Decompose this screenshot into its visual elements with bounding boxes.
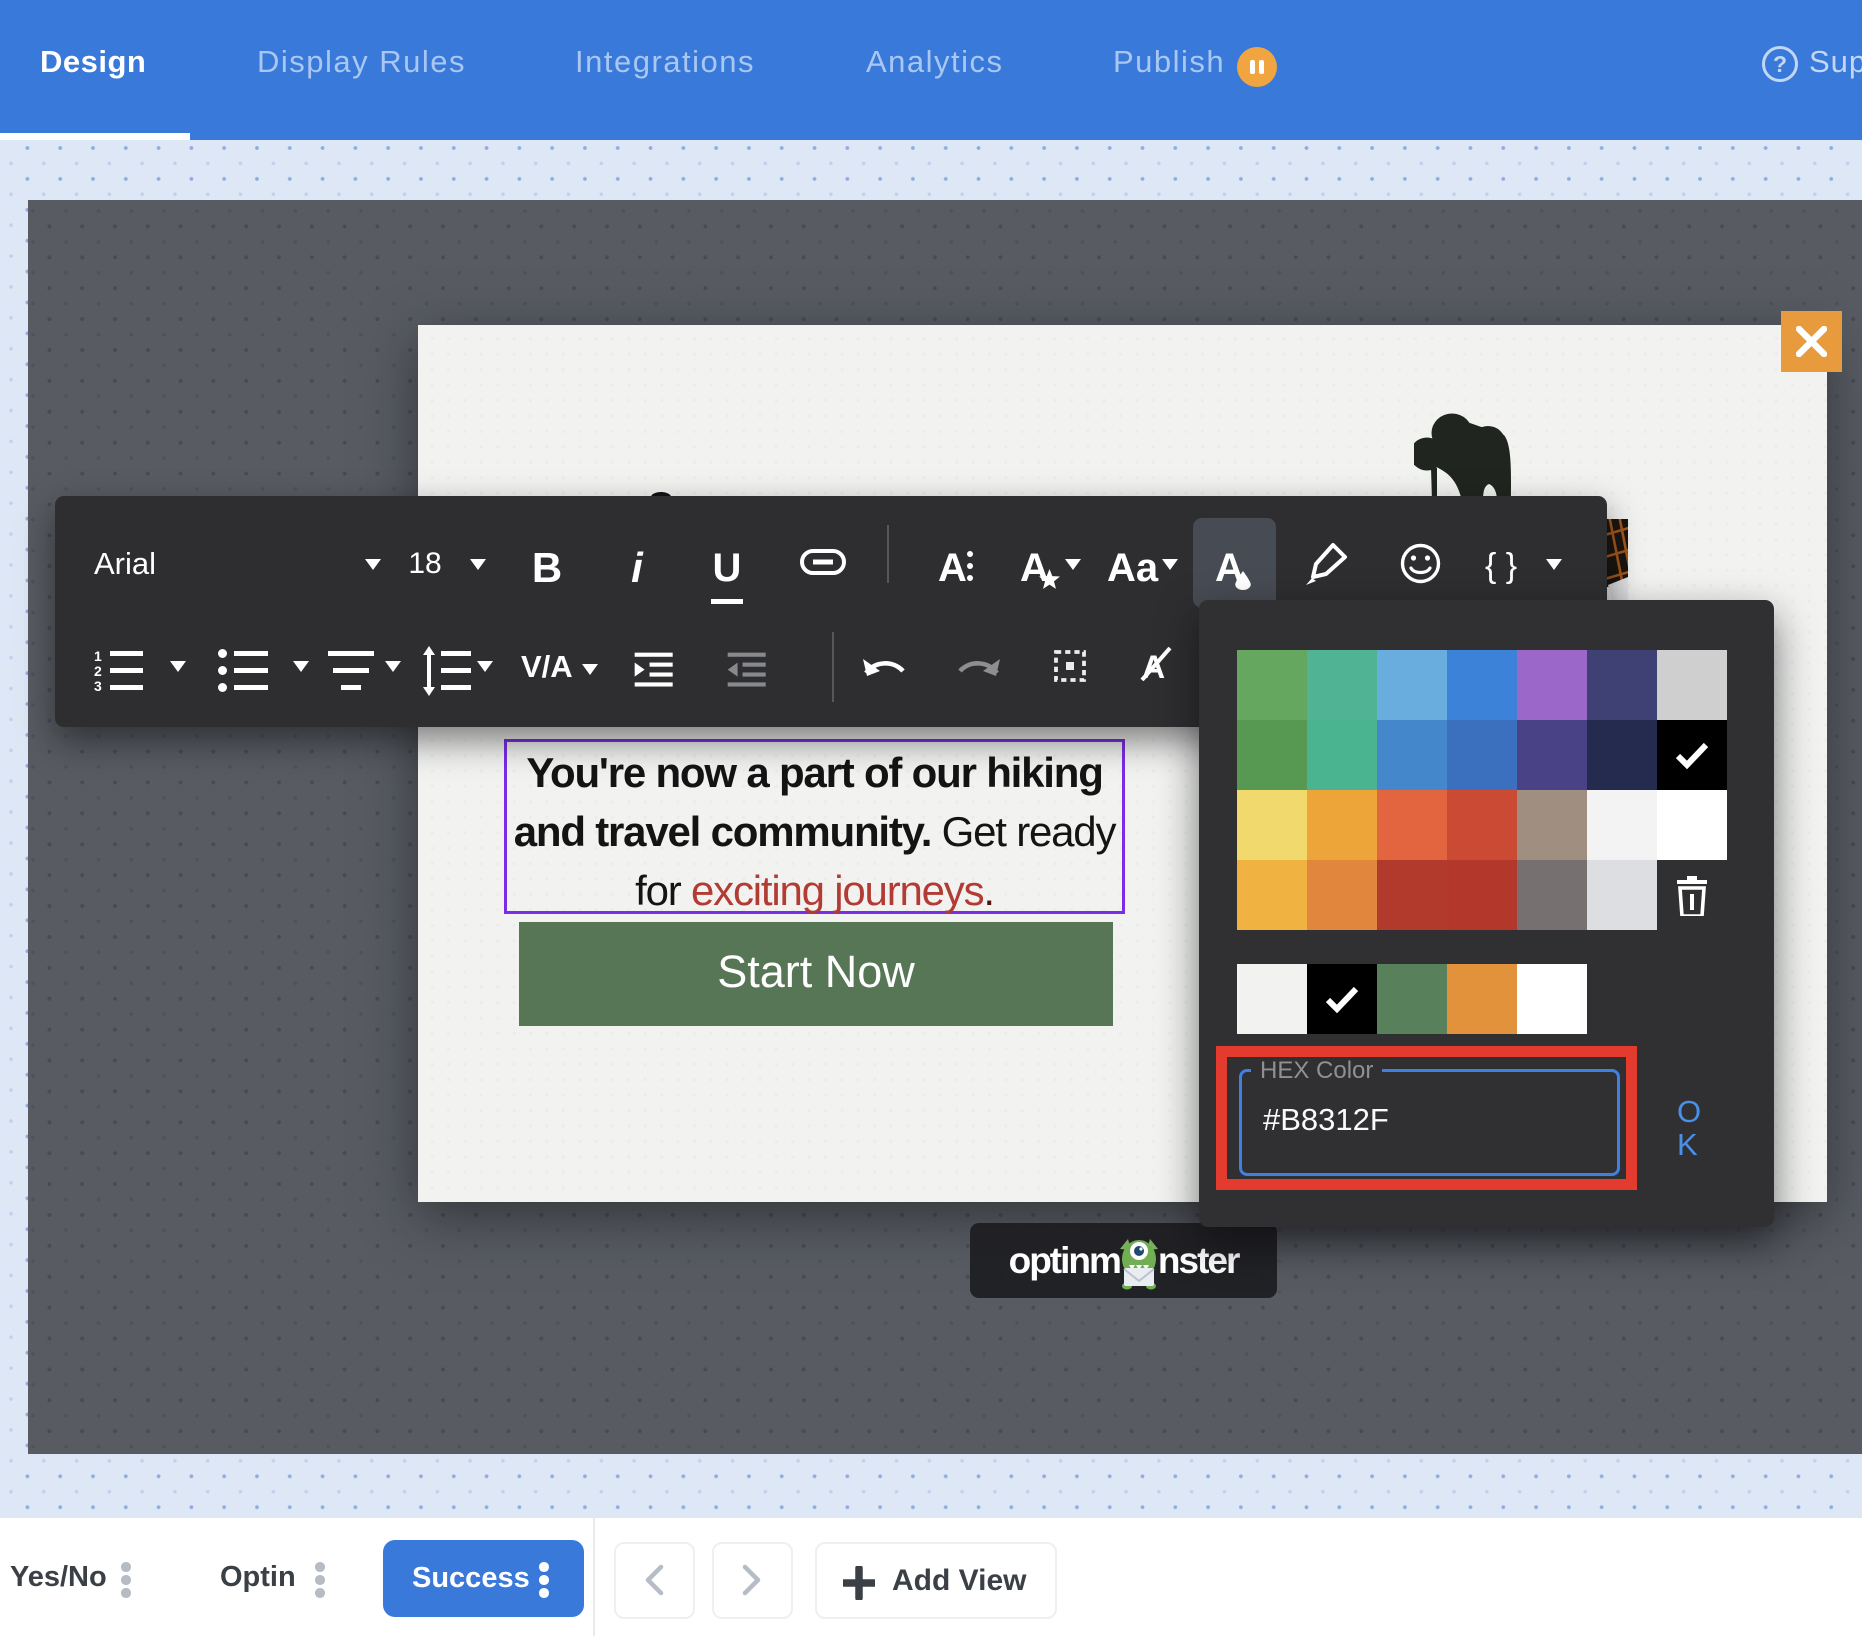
svg-text:2: 2 [94, 663, 102, 679]
svg-text:3: 3 [94, 678, 102, 694]
svg-text:1: 1 [94, 648, 102, 664]
